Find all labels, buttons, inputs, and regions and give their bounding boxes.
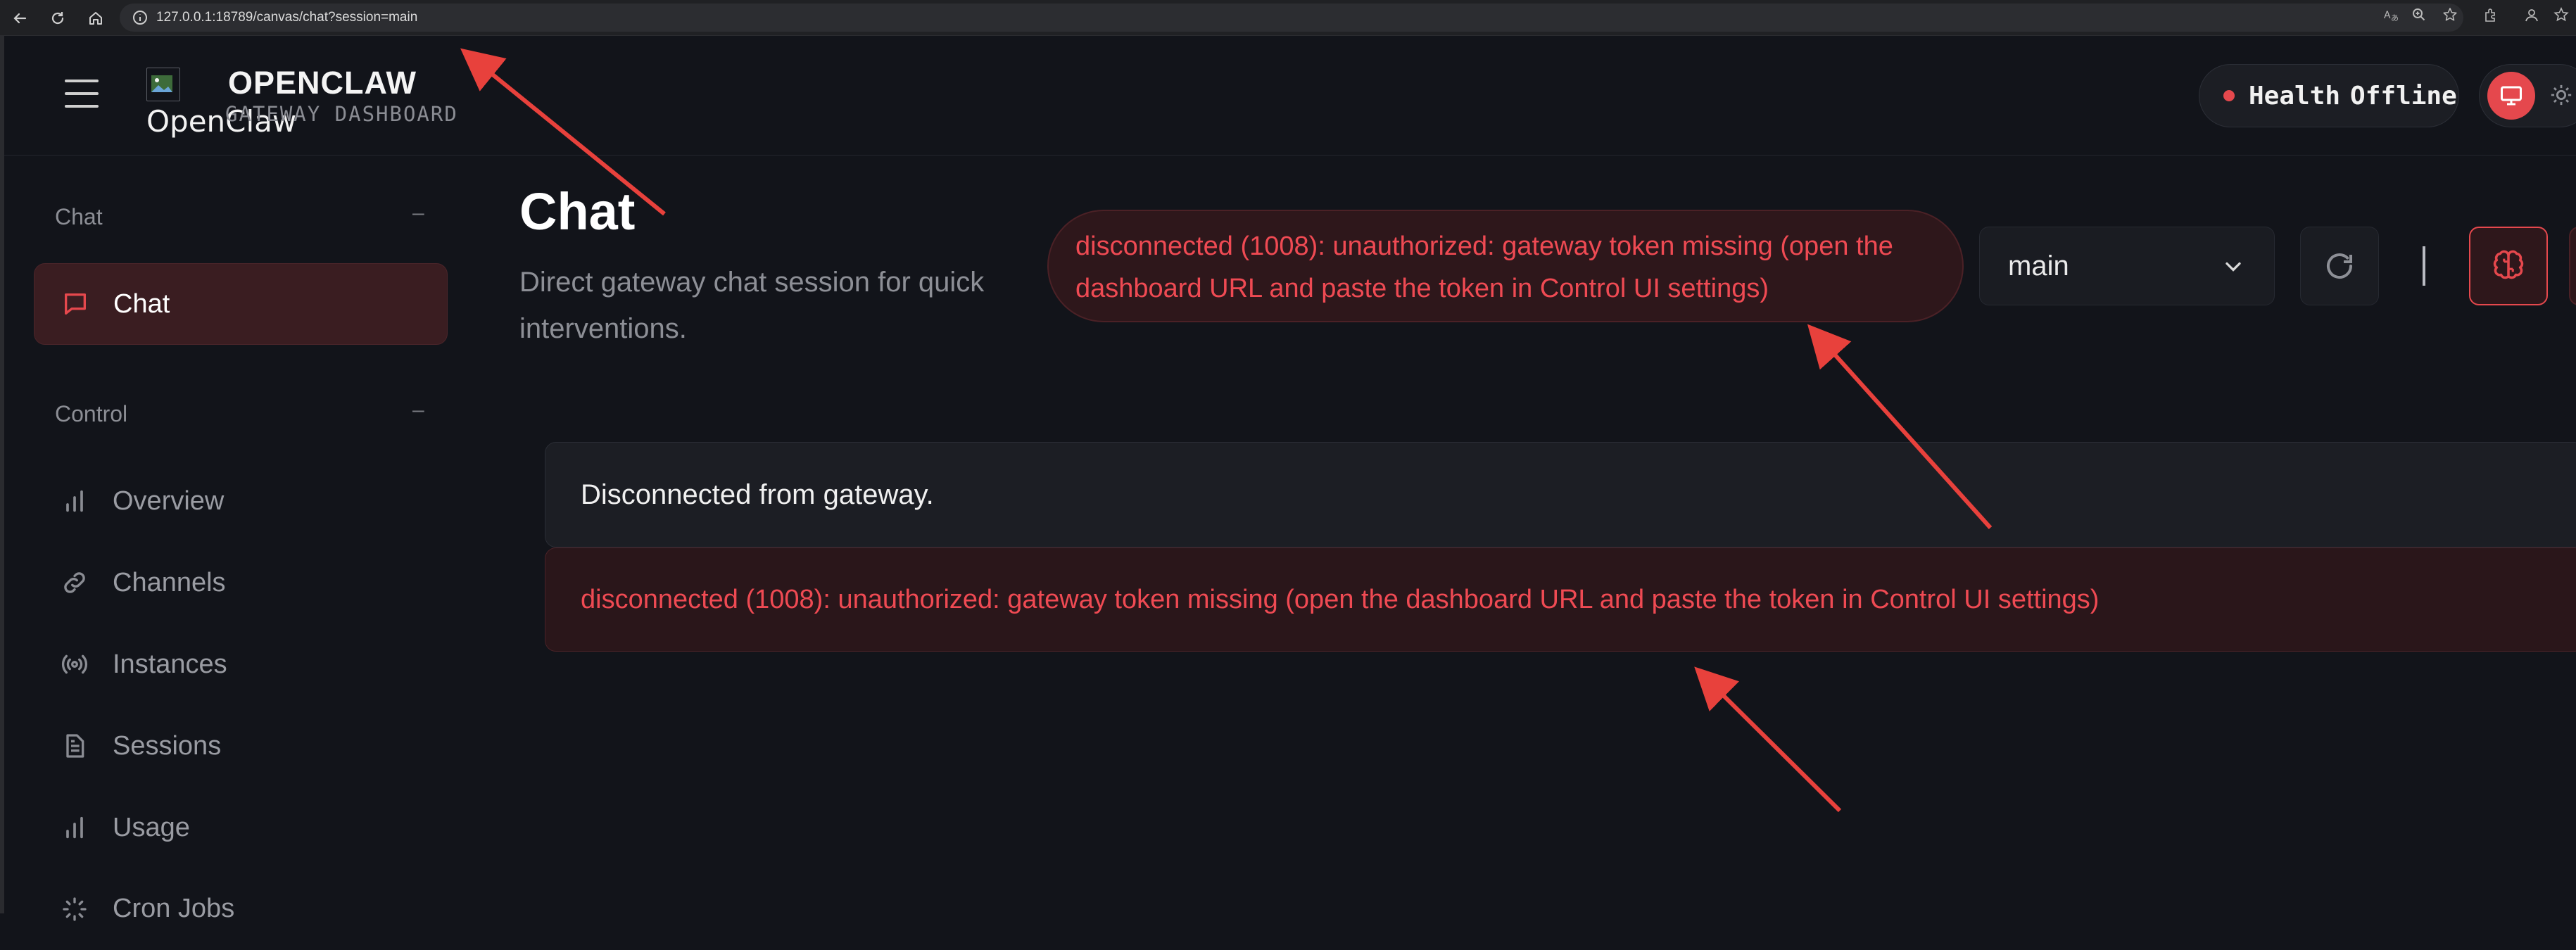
brand-subtitle: GATEWAY DASHBOARD <box>225 102 458 126</box>
sidebar-item-cron-jobs[interactable]: Cron Jobs <box>34 868 448 950</box>
brand-title: OPENCLAW <box>228 65 417 101</box>
collapse-chat-group[interactable]: – <box>412 201 424 225</box>
sidebar-group-control: Control <box>55 401 128 426</box>
file-text-icon <box>59 730 90 761</box>
translate-icon[interactable]: Aあ <box>2382 6 2400 24</box>
sidebar-item-sessions[interactable]: Sessions <box>34 705 448 787</box>
back-icon[interactable] <box>7 6 32 31</box>
url-text[interactable]: 127.0.0.1:18789/canvas/chat?session=main <box>156 10 417 25</box>
sidebar-item-label: Channels <box>113 567 226 597</box>
thinking-toggle-button[interactable] <box>2469 227 2548 305</box>
bookmark-icon[interactable] <box>2552 6 2570 24</box>
page-subtitle: Direct gateway chat session for quick in… <box>519 267 985 344</box>
chat-message-info: Disconnected from gateway. <box>545 442 2576 547</box>
session-select[interactable]: main <box>1979 227 2275 305</box>
message-square-icon <box>60 289 91 319</box>
sidebar-item-chat[interactable]: Chat <box>34 263 448 345</box>
sidebar-item-label: Sessions <box>113 730 222 761</box>
sidebar-group-chat: Chat <box>55 204 103 229</box>
sidebar-item-usage[interactable]: Usage <box>34 787 448 868</box>
home-icon[interactable] <box>83 6 108 31</box>
sidebar-item-label: Usage <box>113 812 190 842</box>
browser-toolbar: 127.0.0.1:18789/canvas/chat?session=main… <box>0 0 2576 36</box>
sidebar-item-instances[interactable]: Instances <box>34 623 448 705</box>
menu-toggle-icon[interactable] <box>65 80 99 108</box>
sidebar-item-channels[interactable]: Channels <box>34 542 448 623</box>
sidebar-item-label: Chat <box>113 289 170 319</box>
focus-toggle-button[interactable] <box>2569 227 2576 305</box>
address-bar[interactable]: 127.0.0.1:18789/canvas/chat?session=main <box>120 4 2463 32</box>
chat-message-error: disconnected (1008): unauthorized: gatew… <box>545 547 2576 652</box>
cron-icon <box>59 894 90 925</box>
sidebar-item-label: Cron Jobs <box>113 894 235 923</box>
sidebar: Chat – Chat Control – Overview Channels … <box>4 156 469 923</box>
link-icon <box>59 567 90 598</box>
reload-icon[interactable] <box>45 6 70 31</box>
health-label: Health <box>2249 81 2341 110</box>
health-status-pill[interactable]: Health Offline <box>2199 64 2459 127</box>
status-dot-icon <box>2223 90 2235 101</box>
logo-image-broken <box>146 68 180 101</box>
bar-chart-icon <box>59 812 90 843</box>
brain-icon <box>2493 250 2524 279</box>
health-status: Offline <box>2350 81 2457 110</box>
page-title: Chat <box>519 182 636 241</box>
refresh-icon <box>2327 253 2352 279</box>
monitor-icon[interactable] <box>2487 72 2535 120</box>
zoom-icon[interactable] <box>2410 6 2428 24</box>
profile-icon[interactable] <box>2523 6 2541 24</box>
sidebar-item-label: Overview <box>113 486 225 516</box>
sidebar-item-label: Instances <box>113 649 227 679</box>
svg-text:A: A <box>2384 10 2391 21</box>
collapse-control-group[interactable]: – <box>412 398 424 422</box>
radio-broadcast-icon <box>59 649 90 680</box>
sidebar-item-overview[interactable]: Overview <box>34 460 448 542</box>
svg-text:あ: あ <box>2391 13 2399 23</box>
chevron-down-icon <box>2221 254 2246 283</box>
session-select-value: main <box>2008 250 2069 281</box>
sun-icon[interactable] <box>2549 83 2573 113</box>
connection-error-pill: disconnected (1008): unauthorized: gatew… <box>1047 210 1964 322</box>
bar-chart-icon <box>59 486 90 517</box>
extensions-icon[interactable] <box>2482 6 2500 24</box>
refresh-button[interactable] <box>2300 227 2379 305</box>
bookmark-star-icon[interactable] <box>2441 6 2459 24</box>
site-info-icon[interactable] <box>132 10 148 25</box>
toolbar-divider <box>2423 246 2425 286</box>
